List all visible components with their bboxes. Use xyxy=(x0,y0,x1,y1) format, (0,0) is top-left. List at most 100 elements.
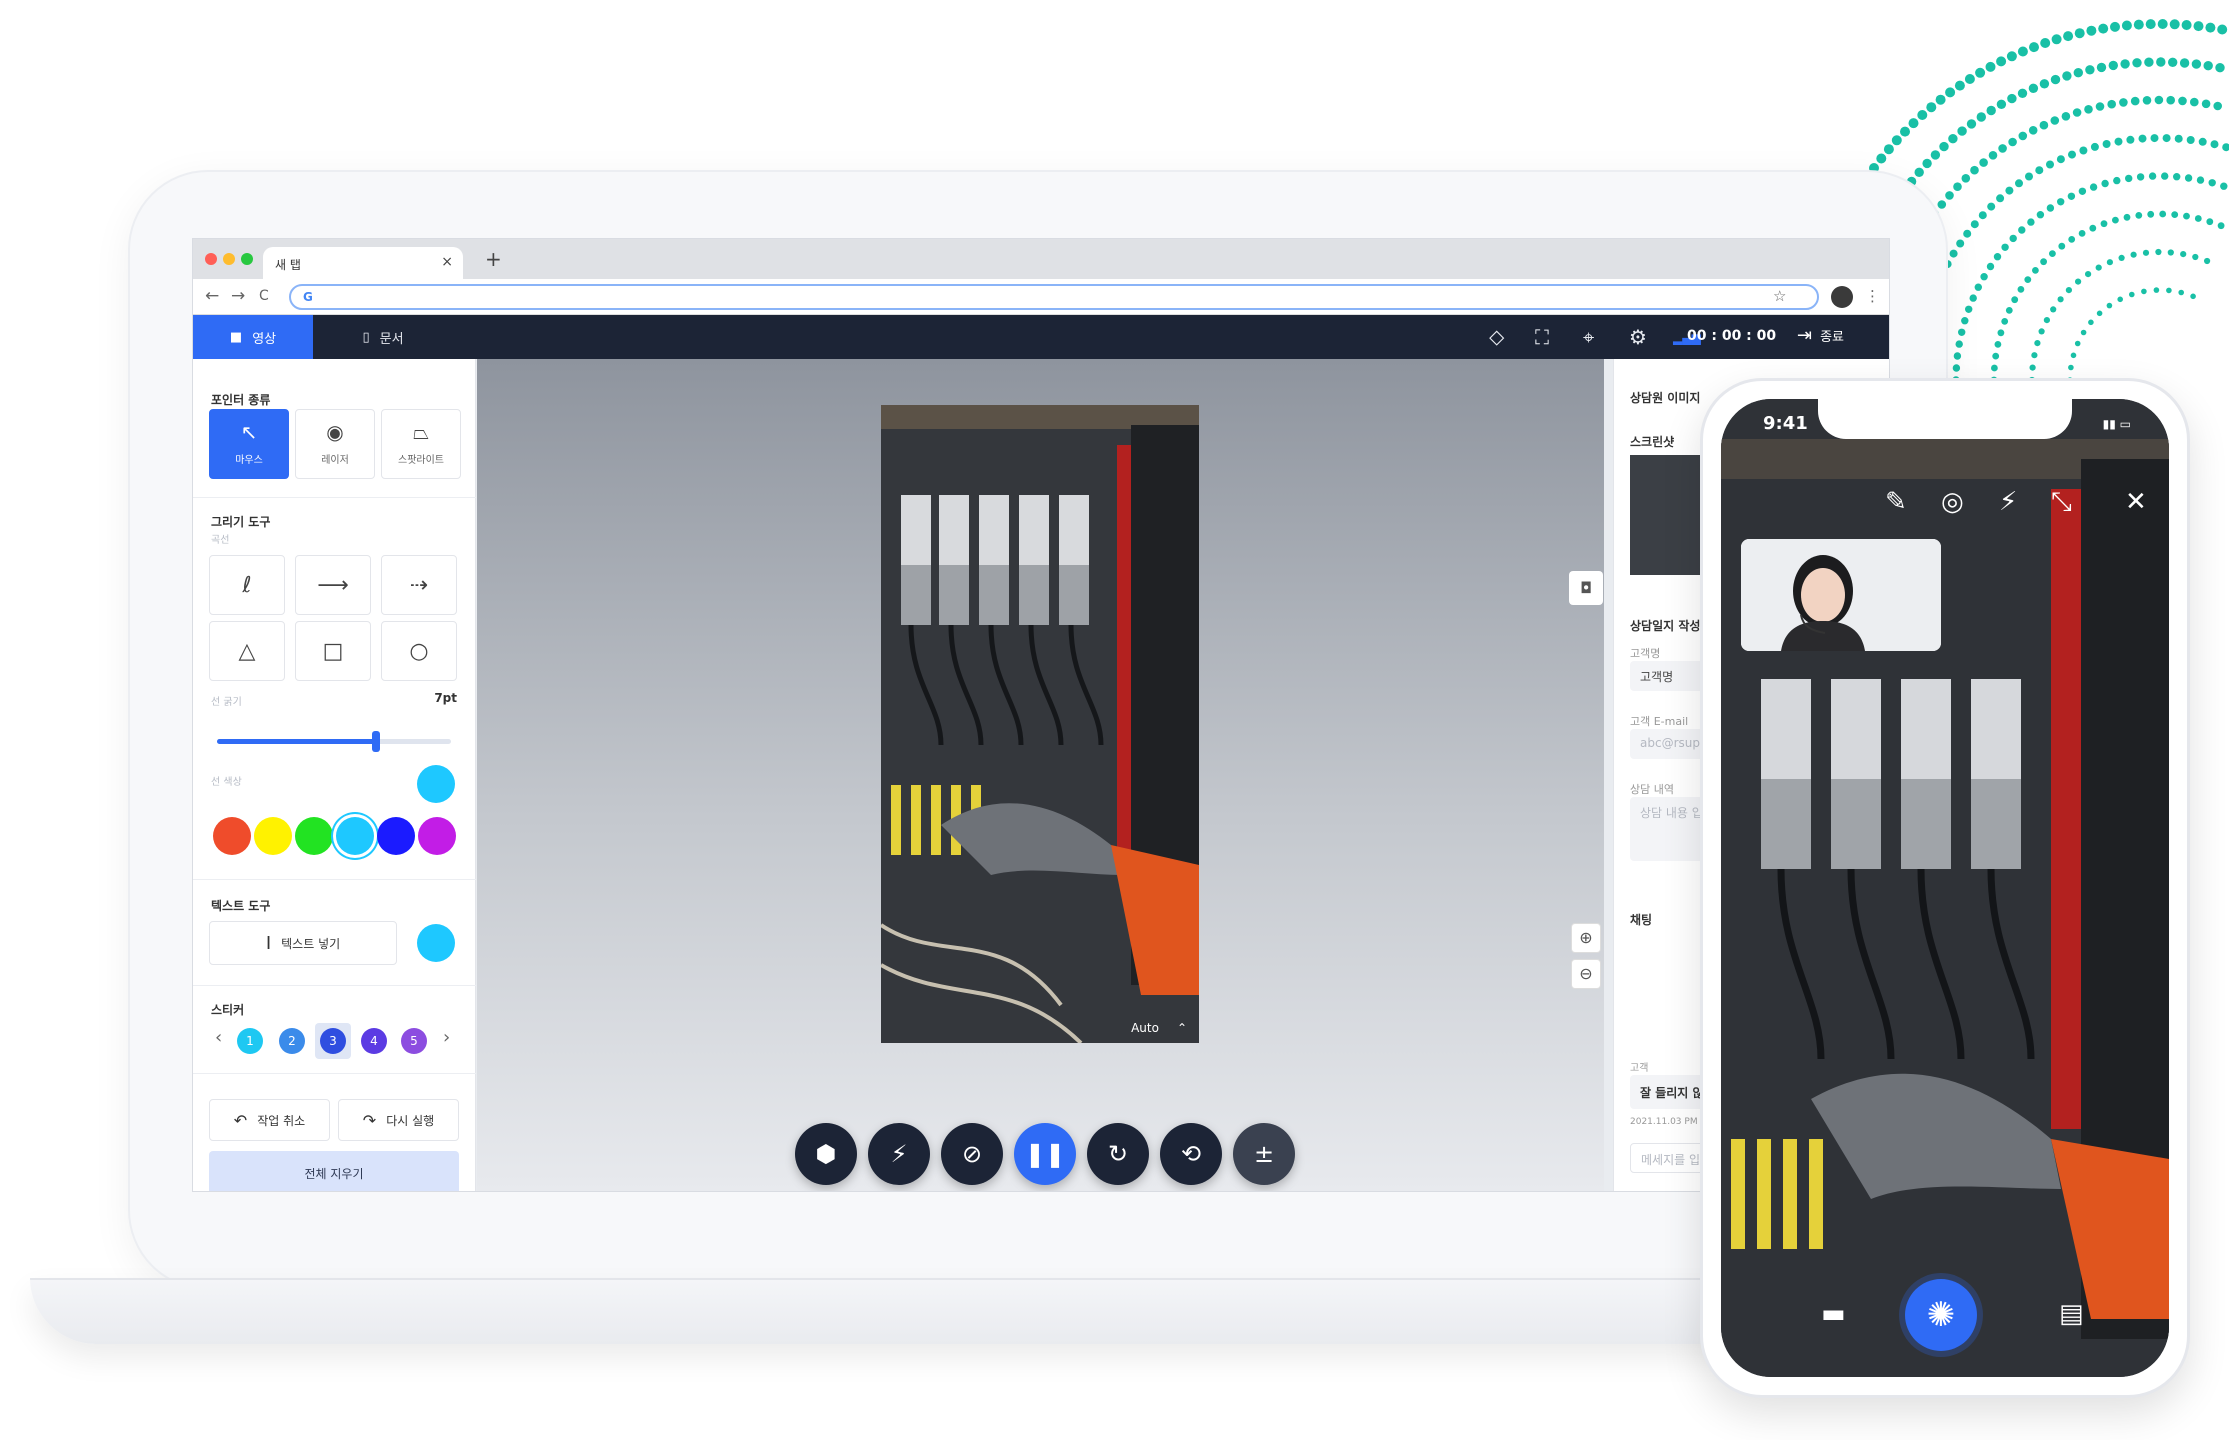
sticker-3[interactable]: 3 xyxy=(320,1028,346,1054)
phone-camera-screen[interactable]: 9:41 ▮▮ ▭ ✎ ◎ ⚡ ⤡ ✕ ▬ ✺ ▤ xyxy=(1721,399,2169,1377)
capture-shutter-button[interactable]: ✺ xyxy=(1905,1279,1977,1351)
flash-icon[interactable]: ⚡ xyxy=(1999,487,2017,517)
decorative-dot xyxy=(2057,296,2064,303)
chat-icon[interactable]: ▤ xyxy=(2059,1299,2084,1329)
decorative-dot xyxy=(2031,352,2038,359)
decorative-dot xyxy=(2068,364,2074,371)
clear-all-button[interactable]: 전체 지우기 xyxy=(209,1151,459,1191)
sticker-prev-icon[interactable]: ‹ xyxy=(215,1027,222,1048)
decorative-dot xyxy=(2061,112,2071,121)
decorative-dot xyxy=(2117,296,2123,303)
flash-off-button[interactable]: ⚡ xyxy=(868,1123,930,1185)
settings-gear-icon[interactable]: ⚙ xyxy=(1629,325,1647,349)
pause-button[interactable]: ❚❚ xyxy=(1014,1123,1076,1185)
switch-camera-button[interactable]: ⟲ xyxy=(1160,1123,1222,1185)
close-window-icon[interactable] xyxy=(205,253,217,265)
browser-tab[interactable]: 새 탭 × xyxy=(263,247,463,279)
redo-button[interactable]: ↷ 다시 실행 xyxy=(338,1099,459,1141)
color-swatch-blue[interactable] xyxy=(377,817,415,855)
divider xyxy=(193,497,476,498)
profile-avatar[interactable] xyxy=(1831,286,1853,308)
address-bar[interactable]: G xyxy=(289,284,1819,310)
browser-menu-icon[interactable]: ⋮ xyxy=(1865,287,1880,305)
current-color-swatch[interactable] xyxy=(417,765,455,803)
agent-video-thumbnail[interactable] xyxy=(1741,539,1941,651)
pointer-laser-label: 레이저 xyxy=(321,455,349,466)
forward-icon[interactable]: → xyxy=(231,286,245,306)
end-call-button[interactable]: ⇥ 종료 xyxy=(1797,325,1844,346)
bookmark-star-icon[interactable]: ☆ xyxy=(1773,287,1786,305)
decorative-dot xyxy=(2180,251,2187,258)
target-icon[interactable]: ◎ xyxy=(1941,487,1964,517)
tab-document-label: 문서 xyxy=(379,331,404,347)
color-swatch-green[interactable] xyxy=(295,817,333,855)
decorative-dot xyxy=(1930,150,1941,160)
decorative-dot xyxy=(2222,143,2229,152)
sticker-4[interactable]: 4 xyxy=(361,1028,387,1054)
zoom-out-icon: ⊖ xyxy=(1579,964,1593,983)
new-tab-button[interactable]: + xyxy=(485,247,502,271)
decorative-dot xyxy=(2028,126,2038,135)
minimize-window-icon[interactable] xyxy=(223,253,235,265)
tab-video[interactable]: ■ 영상 xyxy=(193,315,313,359)
collapse-icon[interactable]: ⤡ xyxy=(2051,487,2072,518)
sticker-next-icon[interactable]: › xyxy=(443,1027,450,1048)
thickness-slider-fill xyxy=(217,739,377,744)
color-swatch-yellow[interactable] xyxy=(254,817,292,855)
decorative-dot xyxy=(2086,25,2097,36)
scan-icon[interactable]: ⛶ xyxy=(1535,325,1549,349)
decorative-dot xyxy=(2009,234,2017,243)
mic-off-button[interactable]: ⊘ xyxy=(941,1123,1003,1185)
decorative-dot xyxy=(2181,20,2192,30)
maximize-window-icon[interactable] xyxy=(241,253,253,265)
dashed-arrow-tool-button[interactable]: ⇢ xyxy=(381,555,457,615)
decorative-dot xyxy=(2173,173,2181,181)
video-quality-toggle[interactable]: Auto ⌃ xyxy=(1131,1021,1187,1035)
sticker-1[interactable]: 1 xyxy=(237,1028,263,1054)
thickness-slider-handle[interactable] xyxy=(372,731,381,752)
arrow-tool-button[interactable]: ⟶ xyxy=(295,555,371,615)
hexagon-control-button[interactable]: ⬢ xyxy=(795,1123,857,1185)
square-tool-button[interactable]: □ xyxy=(295,621,371,681)
text-insert-button[interactable]: Ⅰ 텍스트 넣기 xyxy=(209,921,397,965)
location-pin-icon[interactable]: ⌖ xyxy=(1583,325,1594,349)
pointer-mouse-button[interactable]: ↖ 마우스 xyxy=(209,409,289,479)
curve-tool-button[interactable]: ℓ xyxy=(209,555,285,615)
folder-icon[interactable]: ▬ xyxy=(1821,1299,1846,1329)
zoom-control-button[interactable]: ± xyxy=(1233,1123,1295,1185)
decorative-dot xyxy=(2080,329,2087,336)
pencil-icon[interactable]: ✎ xyxy=(1885,487,1907,517)
decorative-dot xyxy=(1980,273,1988,281)
tab-close-icon[interactable]: × xyxy=(441,254,453,270)
pointer-laser-button[interactable]: ◉ 레이저 xyxy=(295,409,375,479)
reload-icon[interactable]: C xyxy=(259,288,269,304)
circle-tool-button[interactable]: ○ xyxy=(381,621,457,681)
color-swatch-red[interactable] xyxy=(213,817,251,855)
chat-title: 채팅 xyxy=(1630,913,1653,927)
tab-document[interactable]: ▯ 문서 xyxy=(333,315,433,359)
capture-screenshot-button[interactable]: ◘ xyxy=(1569,571,1603,605)
triangle-tool-button[interactable]: △ xyxy=(209,621,285,681)
navigation-icon[interactable]: ⬦ xyxy=(1489,325,1504,350)
back-icon[interactable]: ← xyxy=(205,286,219,306)
decorative-dot xyxy=(1948,134,1958,144)
document-icon: ▯ xyxy=(362,329,370,345)
text-color-swatch[interactable] xyxy=(417,924,455,962)
undo-button[interactable]: ↶ 작업 취소 xyxy=(209,1099,330,1141)
decorative-dot xyxy=(2135,212,2143,219)
sticker-5[interactable]: 5 xyxy=(401,1028,427,1054)
thickness-slider-track[interactable] xyxy=(217,731,451,752)
shutter-icon: ✺ xyxy=(1926,1295,1956,1335)
sticker-2[interactable]: 2 xyxy=(279,1028,305,1054)
pointer-spotlight-button[interactable]: ⏢ 스팟라이트 xyxy=(381,409,461,479)
color-swatch-cyan[interactable] xyxy=(336,817,374,855)
close-icon[interactable]: ✕ xyxy=(2125,487,2147,517)
decorative-dot xyxy=(2001,318,2009,325)
color-swatch-purple[interactable] xyxy=(418,817,456,855)
zoom-out-button[interactable]: ⊖ xyxy=(1571,959,1601,989)
decorative-dot xyxy=(2110,21,2120,32)
live-video-feed[interactable]: Auto ⌃ xyxy=(881,405,1199,1043)
decorative-dot xyxy=(1956,239,1965,248)
zoom-in-button[interactable]: ⊕ xyxy=(1571,923,1601,953)
rotate-button[interactable]: ↻ xyxy=(1087,1123,1149,1185)
